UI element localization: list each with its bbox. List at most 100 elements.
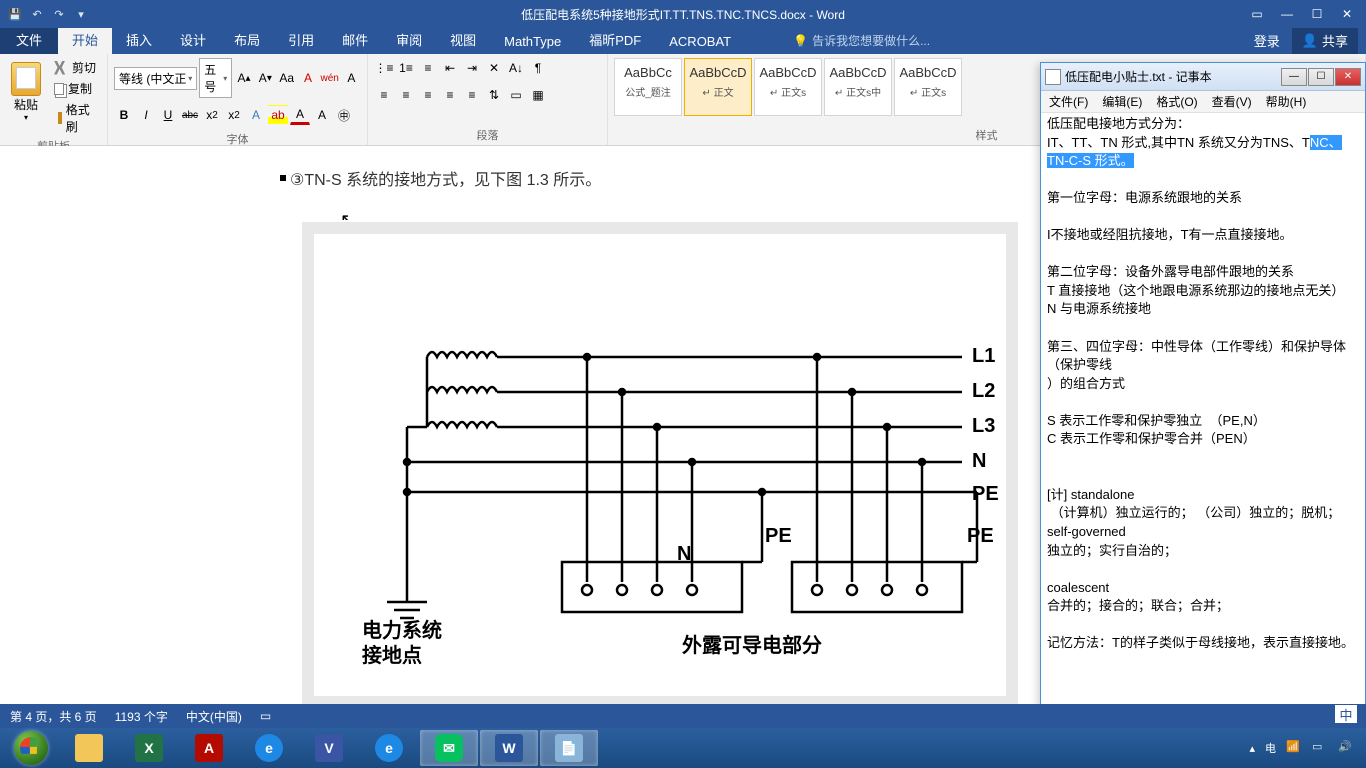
tab-insert[interactable]: 插入	[112, 25, 166, 54]
decrease-indent-button[interactable]: ⇤	[440, 58, 460, 78]
align-left-button[interactable]: ≡	[374, 85, 394, 105]
tab-mailings[interactable]: 邮件	[328, 25, 382, 54]
copy-button[interactable]: 复制	[52, 79, 101, 98]
document-area[interactable]: ③TN-S 系统的接地方式，见下图 1.3 所示。 ↖	[0, 146, 1040, 728]
task-visio[interactable]: V	[300, 730, 358, 766]
status-language[interactable]: 中文(中国)	[186, 708, 242, 725]
paste-button[interactable]: 粘贴 ▾	[6, 58, 46, 136]
align-center-button[interactable]: ≡	[396, 85, 416, 105]
char-border-button[interactable]: A	[342, 68, 361, 88]
numbering-button[interactable]: 1≡	[396, 58, 416, 78]
cut-button[interactable]: 剪切	[52, 58, 101, 77]
enclose-char-button[interactable]: ㊥	[334, 105, 354, 125]
superscript-button[interactable]: x2	[224, 105, 244, 125]
tab-layout[interactable]: 布局	[220, 25, 274, 54]
status-page[interactable]: 第 4 页，共 6 页	[10, 708, 97, 725]
tab-review[interactable]: 审阅	[382, 25, 436, 54]
style-item[interactable]: AaBbCc公式_题注	[614, 58, 682, 116]
pinyin-button[interactable]: A	[298, 68, 317, 88]
maximize-icon[interactable]: ☐	[1304, 4, 1330, 24]
qat-more-icon[interactable]: ▾	[74, 7, 88, 21]
status-insert-icon[interactable]: ▭	[260, 709, 271, 723]
grow-font-button[interactable]: A▴	[234, 68, 253, 88]
show-marks-button[interactable]: ¶	[528, 58, 548, 78]
task-browser2[interactable]: e	[360, 730, 418, 766]
borders-button[interactable]: ▦	[528, 85, 548, 105]
style-item[interactable]: AaBbCcD↵ 正文s中	[824, 58, 892, 116]
highlight-button[interactable]: ab	[268, 105, 288, 125]
char-shading-button[interactable]: A	[312, 105, 332, 125]
notepad-close-button[interactable]: ✕	[1335, 68, 1361, 86]
phonetic-button[interactable]: wén	[320, 68, 340, 88]
task-excel[interactable]: X	[120, 730, 178, 766]
task-browser[interactable]: e	[240, 730, 298, 766]
tab-mathtype[interactable]: MathType	[490, 29, 575, 54]
minimize-icon[interactable]: —	[1274, 4, 1300, 24]
multilevel-button[interactable]: ≡	[418, 58, 438, 78]
tell-me-search[interactable]: 💡告诉我您想要做什么...	[785, 27, 938, 54]
diagram-image[interactable]: L1 L2 L3 N PE PE PE N 电力系统 接地点 外露可导电部分	[300, 220, 1020, 710]
notepad-menu-file[interactable]: 文件(F)	[1049, 93, 1088, 110]
task-explorer[interactable]	[60, 730, 118, 766]
tab-home[interactable]: 开始	[58, 25, 112, 54]
shrink-font-button[interactable]: A▾	[256, 68, 275, 88]
ime-indicator[interactable]: 中	[1334, 704, 1358, 724]
task-pdf[interactable]: A	[180, 730, 238, 766]
notepad-menu-edit[interactable]: 编辑(E)	[1102, 93, 1142, 110]
style-item-normal[interactable]: AaBbCcD↵ 正文	[684, 58, 752, 116]
save-icon[interactable]: 💾	[8, 7, 22, 21]
status-word-count[interactable]: 1193 个字	[115, 708, 168, 725]
strikethrough-button[interactable]: abc	[180, 105, 200, 125]
sort-button[interactable]: A↓	[506, 58, 526, 78]
notepad-menu-help[interactable]: 帮助(H)	[1266, 93, 1307, 110]
shading-button[interactable]: ▭	[506, 85, 526, 105]
task-wechat[interactable]: ✉	[420, 730, 478, 766]
volume-icon[interactable]: 🔊	[1338, 740, 1354, 756]
tab-acrobat[interactable]: ACROBAT	[655, 29, 745, 54]
tray-text[interactable]: 电	[1265, 740, 1276, 756]
asian-layout-button[interactable]: ✕	[484, 58, 504, 78]
justify-button[interactable]: ≡	[440, 85, 460, 105]
bullets-button[interactable]: ⋮≡	[374, 58, 394, 78]
ribbon-options-icon[interactable]: ▭	[1244, 4, 1270, 24]
start-button[interactable]	[4, 730, 58, 766]
notepad-text-area[interactable]: 低压配电接地方式分为： IT、TT、TN 形式,其中TN 系统又分为TNS、TN…	[1041, 113, 1365, 709]
task-notepad[interactable]: 📄	[540, 730, 598, 766]
font-name-combo[interactable]: 等线 (中文正▾	[114, 67, 197, 90]
italic-button[interactable]: I	[136, 105, 156, 125]
close-icon[interactable]: ✕	[1334, 4, 1360, 24]
login-button[interactable]: 登录	[1244, 27, 1290, 54]
font-color-button[interactable]: A	[290, 105, 310, 125]
notepad-maximize-button[interactable]: ☐	[1308, 68, 1334, 86]
tray-up-icon[interactable]: ▴	[1249, 742, 1255, 755]
notepad-menu-view[interactable]: 查看(V)	[1212, 93, 1252, 110]
notepad-minimize-button[interactable]: —	[1281, 68, 1307, 86]
task-word[interactable]: W	[480, 730, 538, 766]
redo-icon[interactable]: ↷	[52, 7, 66, 21]
tab-foxit[interactable]: 福昕PDF	[575, 25, 655, 54]
notepad-menu-format[interactable]: 格式(O)	[1156, 93, 1197, 110]
share-button[interactable]: 👤共享	[1292, 27, 1358, 54]
underline-button[interactable]: U	[158, 105, 178, 125]
action-center-icon[interactable]: ▭	[1312, 740, 1328, 756]
tab-design[interactable]: 设计	[166, 25, 220, 54]
text-effects-button[interactable]: A	[246, 105, 266, 125]
distribute-button[interactable]: ≡	[462, 85, 482, 105]
subscript-button[interactable]: x2	[202, 105, 222, 125]
undo-icon[interactable]: ↶	[30, 7, 44, 21]
tab-view[interactable]: 视图	[436, 25, 490, 54]
tab-references[interactable]: 引用	[274, 25, 328, 54]
notepad-window[interactable]: 低压配电小贴士.txt - 记事本 — ☐ ✕ 文件(F) 编辑(E) 格式(O…	[1040, 62, 1366, 710]
line-spacing-button[interactable]: ⇅	[484, 85, 504, 105]
style-item[interactable]: AaBbCcD↵ 正文s	[894, 58, 962, 116]
increase-indent-button[interactable]: ⇥	[462, 58, 482, 78]
align-right-button[interactable]: ≡	[418, 85, 438, 105]
tab-file[interactable]: 文件	[0, 25, 58, 54]
notepad-title-bar[interactable]: 低压配电小贴士.txt - 记事本 — ☐ ✕	[1041, 63, 1365, 91]
network-icon[interactable]: 📶	[1286, 740, 1302, 756]
format-painter-button[interactable]: 格式刷	[52, 100, 101, 136]
bold-button[interactable]: B	[114, 105, 134, 125]
style-item[interactable]: AaBbCcD↵ 正文s	[754, 58, 822, 116]
font-size-combo[interactable]: 五号▾	[199, 58, 232, 98]
change-case-button[interactable]: Aa	[277, 68, 296, 88]
